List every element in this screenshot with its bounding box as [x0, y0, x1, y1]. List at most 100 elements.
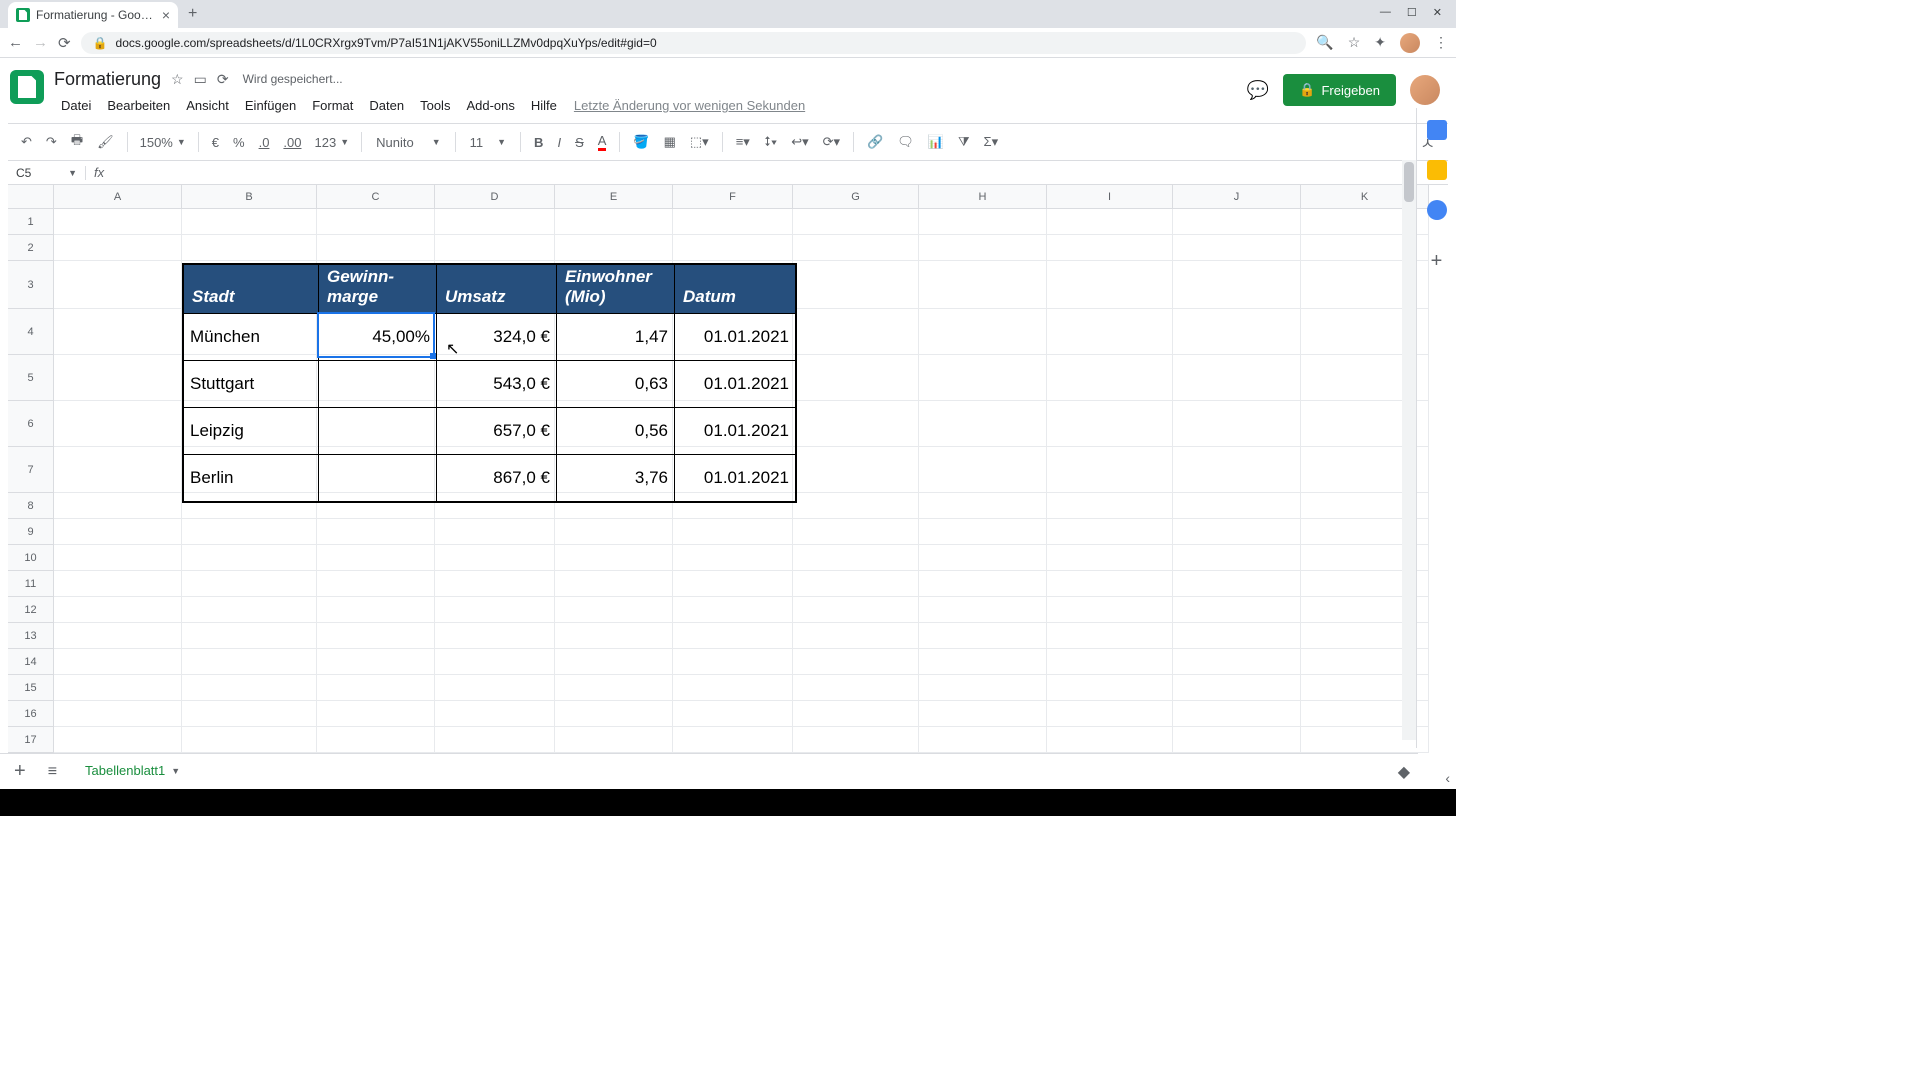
cell[interactable]: [182, 701, 317, 727]
table-cell[interactable]: 867,0 €: [437, 455, 557, 501]
column-header[interactable]: A: [54, 185, 182, 209]
cell[interactable]: [793, 649, 919, 675]
cell[interactable]: [793, 571, 919, 597]
cell[interactable]: [435, 209, 555, 235]
row-header[interactable]: 8: [8, 493, 54, 519]
column-header[interactable]: H: [919, 185, 1047, 209]
tab-close-icon[interactable]: ×: [162, 7, 170, 23]
formula-input[interactable]: [112, 165, 1448, 180]
profile-avatar-icon[interactable]: [1400, 33, 1420, 53]
sheets-logo-icon[interactable]: [10, 70, 44, 104]
cell[interactable]: [54, 649, 182, 675]
format-currency-icon[interactable]: €: [207, 131, 224, 154]
reload-icon[interactable]: ⟳: [58, 34, 71, 52]
cell[interactable]: [182, 235, 317, 261]
cell[interactable]: [182, 649, 317, 675]
row-header[interactable]: 1: [8, 209, 54, 235]
strikethrough-icon[interactable]: S: [570, 131, 589, 154]
column-header[interactable]: E: [555, 185, 673, 209]
cell[interactable]: [793, 447, 919, 493]
cell[interactable]: [54, 209, 182, 235]
cell[interactable]: [919, 571, 1047, 597]
table-cell[interactable]: 01.01.2021: [675, 361, 795, 407]
cell[interactable]: [919, 519, 1047, 545]
comments-icon[interactable]: 💬: [1247, 80, 1269, 101]
functions-icon[interactable]: Σ▾: [979, 130, 1004, 154]
row-header[interactable]: 10: [8, 545, 54, 571]
insert-link-icon[interactable]: 🔗: [862, 130, 888, 154]
cell[interactable]: [317, 649, 435, 675]
vertical-scrollbar[interactable]: [1402, 160, 1416, 740]
cell[interactable]: [673, 571, 793, 597]
extensions-icon[interactable]: ✦: [1374, 34, 1386, 51]
decrease-decimal-icon[interactable]: .0: [254, 131, 275, 154]
cell[interactable]: [182, 675, 317, 701]
cell[interactable]: [1047, 261, 1173, 309]
cell[interactable]: [673, 519, 793, 545]
font-size-select[interactable]: 11▼: [464, 135, 512, 150]
menu-view[interactable]: Ansicht: [179, 94, 236, 117]
table-cell[interactable]: 324,0 €: [437, 314, 557, 360]
cell[interactable]: [182, 545, 317, 571]
cell[interactable]: [1173, 209, 1301, 235]
cell[interactable]: [1173, 649, 1301, 675]
forward-icon[interactable]: →: [33, 34, 48, 51]
star-icon[interactable]: ☆: [171, 71, 184, 88]
spreadsheet-grid[interactable]: ABCDEFGHIJK 1234567891011121314151617 St…: [8, 185, 1456, 753]
cell[interactable]: [555, 701, 673, 727]
cell[interactable]: [54, 727, 182, 753]
cell[interactable]: [182, 727, 317, 753]
cell[interactable]: [317, 571, 435, 597]
cell[interactable]: [1047, 309, 1173, 355]
table-cell[interactable]: 0,56: [557, 408, 675, 454]
cell[interactable]: [793, 519, 919, 545]
cell[interactable]: [1173, 623, 1301, 649]
cell[interactable]: [1173, 701, 1301, 727]
table-cell[interactable]: [319, 361, 437, 407]
text-color-icon[interactable]: A: [593, 129, 612, 155]
text-wrap-icon[interactable]: ↩▾: [786, 130, 813, 154]
row-header[interactable]: 9: [8, 519, 54, 545]
cell[interactable]: [919, 649, 1047, 675]
cell[interactable]: [54, 401, 182, 447]
cell[interactable]: [1047, 701, 1173, 727]
table-header-marge[interactable]: Gewinn-marge: [319, 265, 437, 313]
cell[interactable]: [1173, 519, 1301, 545]
column-header[interactable]: J: [1173, 185, 1301, 209]
column-header[interactable]: D: [435, 185, 555, 209]
table-cell[interactable]: 01.01.2021: [675, 314, 795, 360]
cell[interactable]: [54, 261, 182, 309]
name-box[interactable]: C5 ▼: [8, 166, 86, 180]
zoom-indicator-icon[interactable]: 🔍: [1316, 34, 1333, 51]
cell[interactable]: [54, 597, 182, 623]
cell[interactable]: [182, 209, 317, 235]
chrome-menu-icon[interactable]: ⋮: [1434, 34, 1448, 51]
cell[interactable]: [182, 571, 317, 597]
menu-help[interactable]: Hilfe: [524, 94, 564, 117]
row-header[interactable]: 2: [8, 235, 54, 261]
font-select[interactable]: Nunito▼: [370, 135, 447, 150]
cell[interactable]: [182, 597, 317, 623]
table-cell[interactable]: [319, 455, 437, 501]
cell[interactable]: [793, 493, 919, 519]
cell[interactable]: [1173, 727, 1301, 753]
cell[interactable]: [435, 545, 555, 571]
undo-icon[interactable]: ↶: [16, 130, 37, 154]
bookmark-icon[interactable]: ☆: [1348, 34, 1361, 51]
cell[interactable]: [1173, 401, 1301, 447]
add-sheet-button[interactable]: +: [8, 760, 32, 783]
cell[interactable]: [182, 623, 317, 649]
cell[interactable]: [919, 727, 1047, 753]
back-icon[interactable]: ←: [8, 34, 23, 51]
cell[interactable]: [317, 235, 435, 261]
table-cell[interactable]: 1,47: [557, 314, 675, 360]
cell[interactable]: [555, 675, 673, 701]
close-window-icon[interactable]: ✕: [1433, 6, 1442, 19]
last-edit-link[interactable]: Letzte Änderung vor wenigen Sekunden: [574, 94, 805, 117]
print-icon[interactable]: 🖶: [66, 127, 88, 157]
cell[interactable]: [919, 209, 1047, 235]
cell[interactable]: [1047, 571, 1173, 597]
insert-chart-icon[interactable]: 📊: [923, 130, 949, 154]
calendar-icon[interactable]: [1427, 120, 1447, 140]
cell[interactable]: [919, 261, 1047, 309]
